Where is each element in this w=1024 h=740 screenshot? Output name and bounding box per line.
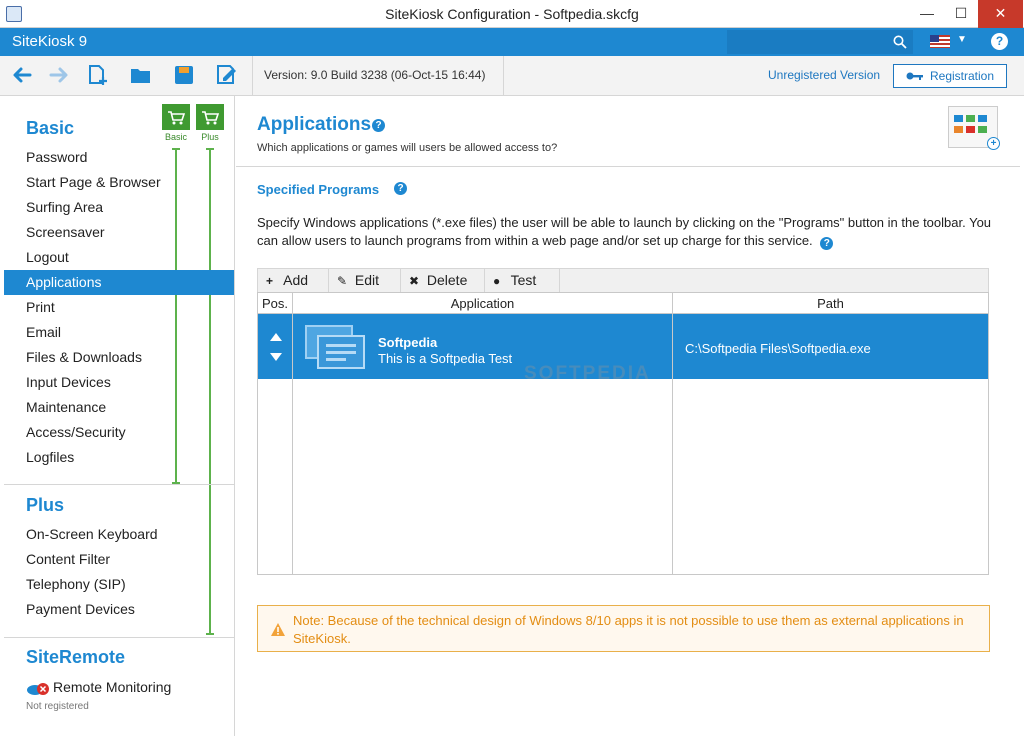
applications-thumbnail-icon: + (948, 106, 1000, 150)
help-icon[interactable]: ? (372, 119, 385, 132)
move-up-icon[interactable] (270, 333, 282, 341)
sidebar-item-logfiles[interactable]: Logfiles (4, 445, 234, 470)
minimize-button[interactable]: — (910, 0, 944, 28)
grid-toolbar: + Add ✎ Edit ✖ Delete ● Test (257, 268, 989, 292)
move-down-icon[interactable] (270, 353, 282, 361)
open-folder-icon[interactable] (129, 64, 153, 86)
warning-note: Note: Because of the technical design of… (257, 605, 990, 652)
delete-button[interactable]: ✖ Delete (401, 269, 485, 292)
pencil-icon: ✎ (337, 274, 348, 288)
window-titlebar: SiteKiosk Configuration - Softpedia.skcf… (0, 0, 1024, 28)
version-label: Version: 9.0 Build 3238 (06-Oct-15 16:44… (264, 68, 486, 82)
key-icon (906, 72, 923, 80)
warning-icon (271, 623, 285, 636)
registration-button[interactable]: Registration (893, 64, 1007, 88)
unregistered-version-link[interactable]: Unregistered Version (768, 68, 880, 82)
add-icon: + (987, 137, 1000, 150)
header-divider (236, 166, 1020, 167)
app-header-bar: SiteKiosk 9 ▼ ? (0, 28, 1024, 56)
programs-table: Pos. Application Path Softpedia This is … (257, 292, 989, 575)
sidebar-item-content-filter[interactable]: Content Filter (4, 547, 234, 572)
edit-label: Edit (354, 272, 380, 288)
test-label: Test (510, 272, 537, 288)
column-divider (672, 293, 673, 574)
help-icon[interactable]: ? (394, 182, 407, 195)
watermark: SOFTPEDIA (524, 363, 651, 384)
sidebar-item-telephony[interactable]: Telephony (SIP) (4, 572, 234, 597)
page-subtitle: Which applications or games will users b… (257, 142, 558, 154)
application-window-icon (305, 325, 365, 369)
remote-status: Not registered (26, 701, 89, 712)
plus-icon: + (266, 274, 274, 288)
forward-arrow-icon[interactable] (47, 64, 71, 86)
cart-basic-label: Basic (164, 132, 187, 142)
delete-x-icon: ✖ (409, 274, 420, 288)
save-as-icon[interactable] (215, 64, 239, 86)
cart-plus-label: Plus (201, 132, 219, 142)
test-button[interactable]: ● Test (485, 269, 560, 292)
close-button[interactable]: ✕ (978, 0, 1023, 28)
sidebar-item-payment-devices[interactable]: Payment Devices (4, 597, 234, 622)
sidebar-item-logout[interactable]: Logout (4, 245, 234, 270)
search-input[interactable] (727, 30, 887, 54)
maximize-button[interactable]: ☐ (944, 0, 978, 28)
registration-label: Registration (930, 69, 995, 83)
sidebar-item-maintenance[interactable]: Maintenance (4, 395, 234, 420)
window-title: SiteKiosk Configuration - Softpedia.skcf… (385, 6, 639, 22)
sidebar-item-print[interactable]: Print (4, 295, 234, 320)
globe-icon: ● (493, 274, 501, 288)
sidebar-item-input-devices[interactable]: Input Devices (4, 370, 234, 395)
save-icon[interactable] (172, 64, 196, 86)
application-name: Softpedia (378, 335, 438, 350)
toolbar-divider (252, 56, 253, 96)
sidebar-header-siteremote: SiteRemote (26, 647, 126, 667)
us-flag-icon[interactable] (930, 35, 950, 48)
column-header-pos[interactable]: Pos. (258, 293, 292, 314)
column-divider (292, 293, 293, 574)
section-description: Specify Windows applications (*.exe file… (257, 214, 997, 250)
toolbar-divider (503, 56, 504, 96)
description-text: Specify Windows applications (*.exe file… (257, 215, 992, 248)
back-arrow-icon[interactable] (10, 64, 34, 86)
sidebar-item-screensaver[interactable]: Screensaver (4, 220, 234, 245)
search-box[interactable] (727, 30, 913, 54)
sidebar-item-applications[interactable]: Applications (4, 270, 234, 295)
chevron-down-icon[interactable]: ▼ (957, 34, 967, 45)
sidebar-item-start-page-browser[interactable]: Start Page & Browser (4, 170, 234, 195)
remote-monitoring-link[interactable]: Remote Monitoring (53, 679, 171, 695)
main-panel: Applications ? Which applications or gam… (236, 96, 1020, 736)
sidebar: Basic Basic Plus Password Start Page & B… (4, 96, 235, 736)
section-title: Specified Programs (257, 182, 380, 197)
app-name: SiteKiosk 9 (12, 33, 88, 50)
edit-button[interactable]: ✎ Edit (329, 269, 401, 292)
sidebar-divider (4, 484, 234, 485)
sidebar-item-password[interactable]: Password (4, 145, 234, 170)
add-label: Add (283, 272, 309, 288)
new-file-icon[interactable] (86, 64, 110, 86)
sidebar-header-basic: Basic (26, 118, 75, 138)
column-header-application[interactable]: Application (293, 293, 672, 314)
sidebar-divider (4, 637, 234, 638)
main-toolbar: Version: 9.0 Build 3238 (06-Oct-15 16:44… (0, 56, 1024, 96)
sidebar-header-plus: Plus (26, 495, 65, 515)
sidebar-item-access-security[interactable]: Access/Security (4, 420, 234, 445)
help-icon[interactable]: ? (820, 237, 834, 250)
add-button[interactable]: + Add (258, 269, 329, 292)
delete-label: Delete (426, 272, 468, 288)
sidebar-item-files-downloads[interactable]: Files & Downloads (4, 345, 234, 370)
application-description: This is a Softpedia Test (378, 351, 513, 366)
search-icon[interactable] (893, 35, 907, 49)
note-text: Note: Because of the technical design of… (293, 613, 964, 646)
cart-basic-icon[interactable] (162, 104, 190, 130)
help-button[interactable]: ? (991, 33, 1008, 50)
application-path: C:\Softpedia Files\Softpedia.exe (685, 341, 871, 356)
cart-plus-icon[interactable] (196, 104, 224, 130)
page-title: Applications (257, 114, 372, 135)
sidebar-item-email[interactable]: Email (4, 320, 234, 345)
sidebar-item-on-screen-keyboard[interactable]: On-Screen Keyboard (4, 522, 234, 547)
column-header-path[interactable]: Path (673, 293, 988, 314)
cloud-error-icon (27, 683, 49, 695)
sidebar-item-surfing-area[interactable]: Surfing Area (4, 195, 234, 220)
